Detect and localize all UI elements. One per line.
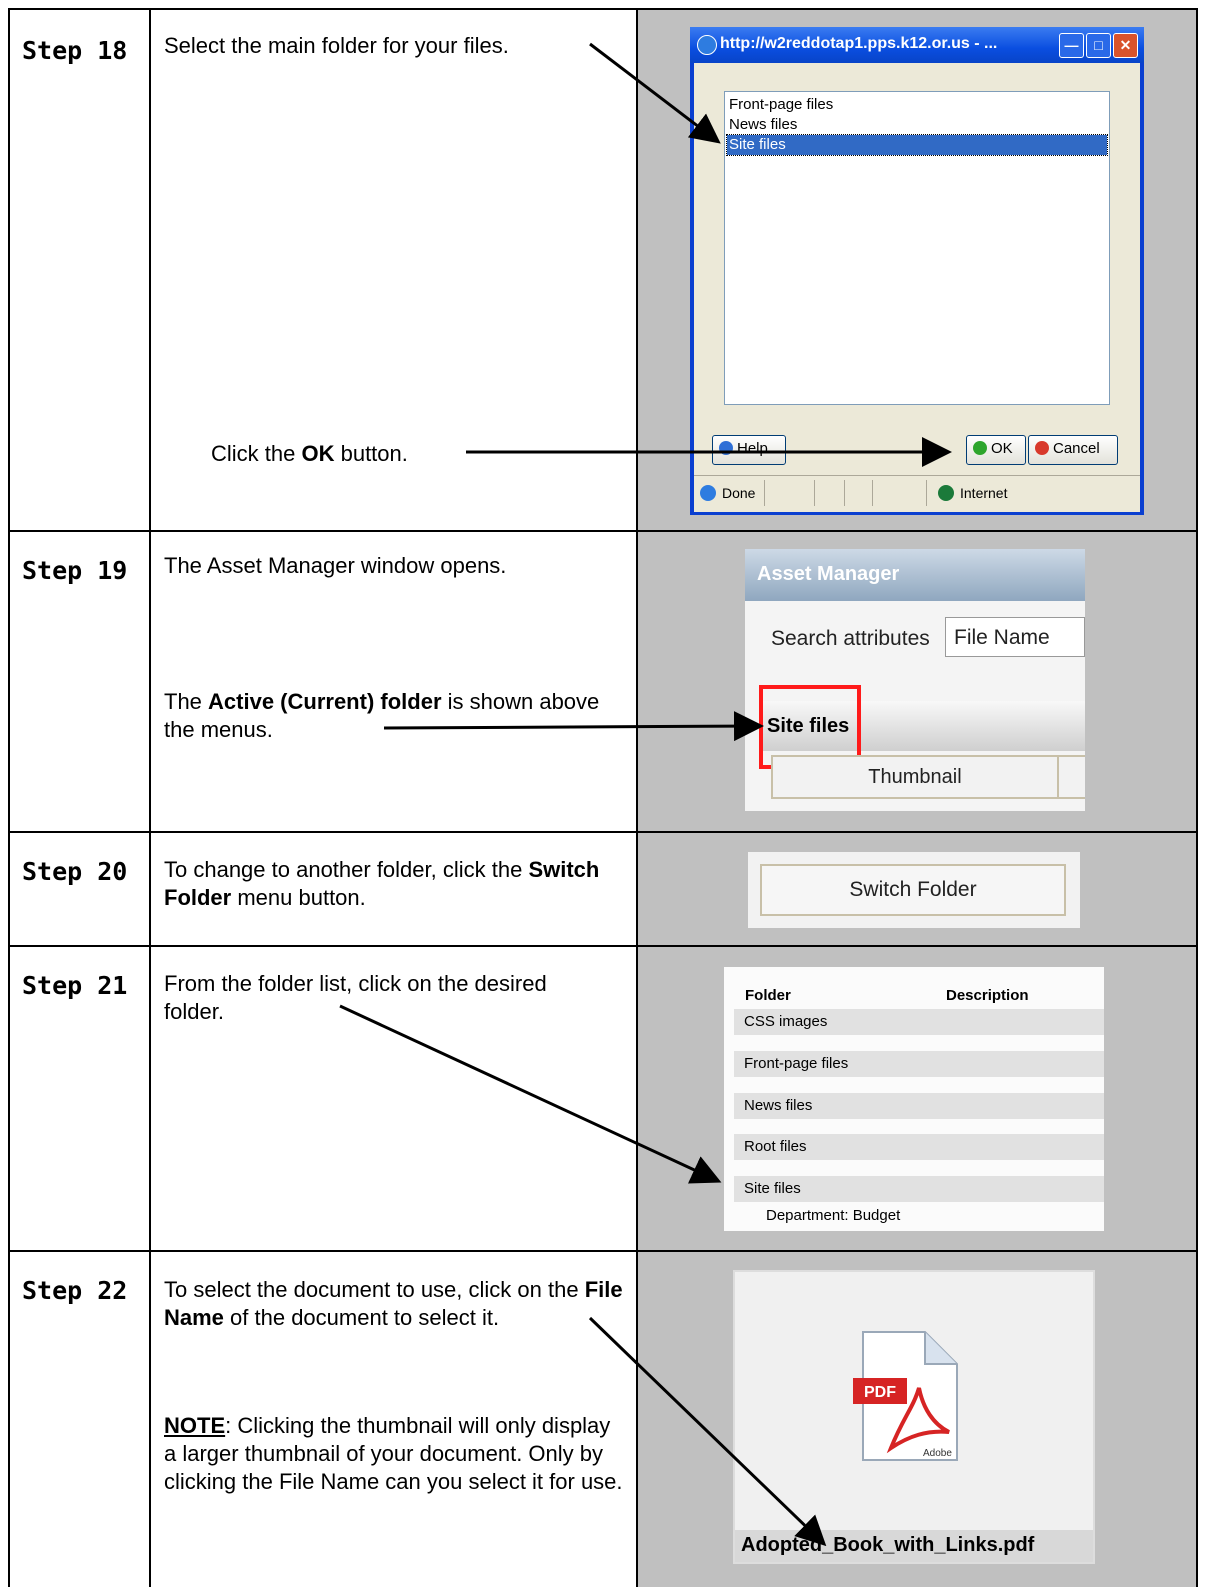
arrow-to-file-name	[588, 1316, 827, 1547]
arrow-to-active-folder	[383, 711, 764, 742]
arrow-to-site-files	[589, 42, 721, 144]
arrow-to-site-files-row	[339, 1004, 722, 1184]
arrows-layer	[339, 42, 952, 1547]
